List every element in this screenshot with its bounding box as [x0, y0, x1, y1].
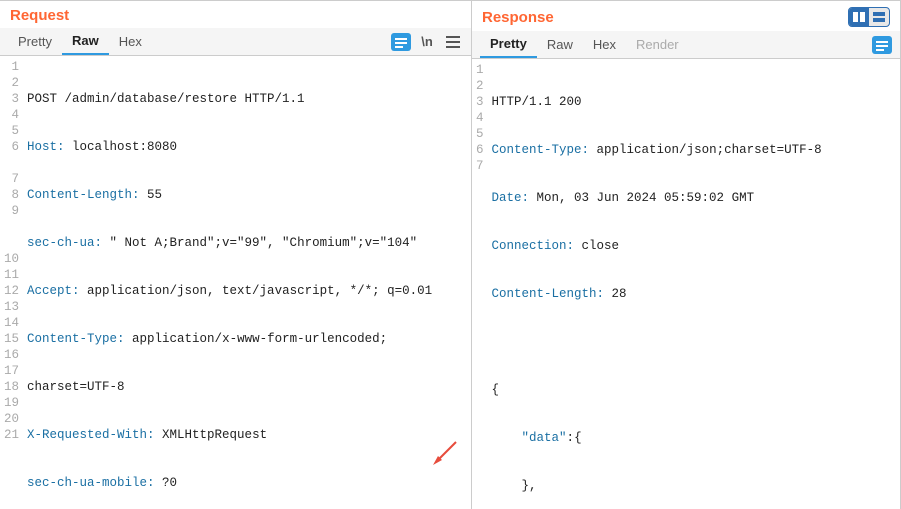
response-editor[interactable]: 1234567 HTTP/1.1 200 Content-Type: appli… [472, 59, 900, 509]
request-header: Request [0, 1, 471, 28]
header-name: Content-Length: [492, 287, 605, 301]
response-header: Response [472, 1, 900, 31]
tab-raw-response[interactable]: Raw [537, 32, 583, 57]
response-title: Response [482, 9, 554, 26]
json-brace: { [574, 431, 582, 445]
tab-pretty-request[interactable]: Pretty [8, 29, 62, 54]
tab-raw-request[interactable]: Raw [62, 28, 109, 55]
header-value: application/json, text/javascript, */*; … [80, 284, 433, 298]
header-name: Connection: [492, 239, 575, 253]
header-value-wrap: charset=UTF-8 [27, 380, 125, 394]
header-value: 55 [140, 188, 163, 202]
header-name: sec-ch-ua-mobile: [27, 476, 155, 490]
response-code: HTTP/1.1 200 Content-Type: application/j… [490, 59, 828, 509]
response-tabs: Pretty Raw Hex Render [472, 31, 900, 59]
status-line: HTTP/1.1 200 [492, 95, 582, 109]
header-name: X-Requested-With: [27, 428, 155, 442]
actions-icon[interactable] [391, 33, 411, 51]
header-name: Accept: [27, 284, 80, 298]
header-name: Date: [492, 191, 530, 205]
tab-pretty-response[interactable]: Pretty [480, 31, 537, 58]
header-value: ?0 [155, 476, 178, 490]
request-code: POST /admin/database/restore HTTP/1.1 Ho… [25, 56, 446, 509]
header-value: close [574, 239, 619, 253]
header-value: 28 [604, 287, 627, 301]
request-panel: Request Pretty Raw Hex \n 123456 789 101… [0, 1, 472, 509]
header-name: Content-Length: [27, 188, 140, 202]
tab-render-response[interactable]: Render [626, 32, 689, 57]
json-brace: { [492, 383, 500, 397]
json-key: "data" [522, 431, 567, 445]
request-gutter: 123456 789 101112131415161718192021 [0, 56, 25, 509]
header-value: application/json;charset=UTF-8 [589, 143, 822, 157]
actions-icon[interactable] [872, 36, 892, 54]
tab-hex-request[interactable]: Hex [109, 29, 152, 54]
header-name: Content-Type: [27, 332, 125, 346]
menu-icon[interactable] [443, 33, 463, 51]
tab-hex-response[interactable]: Hex [583, 32, 626, 57]
header-value: Mon, 03 Jun 2024 05:59:02 GMT [529, 191, 754, 205]
request-tabs: Pretty Raw Hex \n [0, 28, 471, 56]
json-brace: }, [522, 479, 537, 493]
request-line: POST /admin/database/restore HTTP/1.1 [27, 92, 305, 106]
header-value: " Not A;Brand";v="99", "Chromium";v="104… [102, 236, 417, 250]
header-name: Content-Type: [492, 143, 590, 157]
header-name: Host: [27, 140, 65, 154]
response-gutter: 1234567 [472, 59, 490, 509]
request-editor[interactable]: 123456 789 101112131415161718192021 POST… [0, 56, 471, 509]
newline-icon[interactable]: \n [417, 33, 437, 51]
header-value: XMLHttpRequest [155, 428, 268, 442]
layout-horizontal-icon[interactable] [869, 8, 889, 26]
response-panel: Response Pretty Raw Hex Render [472, 1, 901, 509]
header-value: localhost:8080 [65, 140, 178, 154]
request-title: Request [10, 7, 69, 24]
layout-toggle[interactable] [848, 7, 890, 27]
layout-vertical-icon[interactable] [849, 8, 869, 26]
header-name: sec-ch-ua: [27, 236, 102, 250]
